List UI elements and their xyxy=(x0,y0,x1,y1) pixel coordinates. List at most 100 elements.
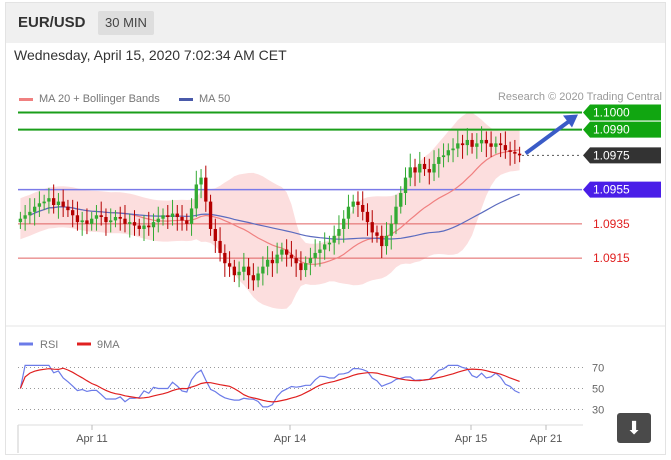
level-label: 1.0955 xyxy=(593,183,630,197)
candle-body xyxy=(441,155,446,158)
candle-body xyxy=(332,235,336,243)
candle-body xyxy=(380,235,384,247)
forecast-arrow xyxy=(524,118,572,155)
candle-body xyxy=(123,218,127,224)
x-tick-label: Apr 21 xyxy=(530,433,562,445)
candle-body xyxy=(166,215,170,217)
candle-body xyxy=(318,249,322,253)
candle-body xyxy=(498,143,503,146)
rsi-tick-label: 70 xyxy=(592,363,604,375)
rsi-legend-label: RSI xyxy=(40,339,58,351)
candle-body xyxy=(489,143,493,147)
candle-body xyxy=(99,215,103,217)
candle-body xyxy=(432,163,436,173)
candle-body xyxy=(270,259,275,264)
level-label: 1.0975 xyxy=(593,148,630,162)
candle-body xyxy=(418,163,422,173)
candle-body xyxy=(61,201,65,207)
candle-body xyxy=(218,240,222,253)
level-label-group: 1.0955 xyxy=(583,181,661,198)
candle-body xyxy=(494,143,498,147)
candle-body xyxy=(189,208,194,224)
candle-body xyxy=(246,266,251,276)
rsi-ma-line xyxy=(19,367,520,403)
candle-body xyxy=(194,184,198,209)
candle-body xyxy=(422,163,427,170)
candle-body xyxy=(403,177,408,194)
candle-body xyxy=(208,201,213,229)
level-label-group: 1.0915 xyxy=(593,251,630,265)
candle-body xyxy=(242,266,246,272)
candle-body xyxy=(28,211,32,216)
candle-body xyxy=(289,254,294,259)
candle-body xyxy=(51,198,56,206)
candle-body xyxy=(137,225,141,229)
candle-body xyxy=(437,157,441,164)
candle-body xyxy=(394,206,398,224)
candle-body xyxy=(147,225,151,228)
candle-body xyxy=(384,235,389,247)
candle-body xyxy=(132,222,137,226)
level-label: 1.1000 xyxy=(593,106,630,120)
candle-body xyxy=(232,266,237,276)
candle-body xyxy=(251,275,256,281)
level-label-group: 1.1000 xyxy=(583,104,661,121)
candle-body xyxy=(75,215,80,223)
candle-body xyxy=(71,210,75,216)
candle-body xyxy=(56,201,61,206)
candle-body xyxy=(256,273,260,281)
candle-body xyxy=(161,215,165,219)
candle-body xyxy=(370,222,374,233)
candle-body xyxy=(23,215,27,219)
candle-body xyxy=(42,201,46,204)
candle-body xyxy=(204,177,208,202)
rsi-line xyxy=(19,364,520,408)
candle-body xyxy=(451,148,455,151)
candle-body xyxy=(280,249,284,255)
level-label-group: 1.0990 xyxy=(583,121,661,138)
candle-body xyxy=(513,151,517,154)
candle-body xyxy=(484,139,489,144)
x-tick-label: Apr 15 xyxy=(455,433,487,445)
candle-body xyxy=(66,206,70,211)
candle-body xyxy=(456,143,460,149)
candle-body xyxy=(223,252,227,264)
candle-body xyxy=(299,263,303,271)
candle-body xyxy=(156,218,160,223)
candle-body xyxy=(284,249,289,255)
candle-body xyxy=(47,198,51,202)
candle-body xyxy=(460,143,465,146)
candle-body xyxy=(427,169,431,173)
candle-body xyxy=(109,220,113,223)
candle-body xyxy=(32,206,37,212)
level-label: 1.0990 xyxy=(593,123,630,137)
candle-body xyxy=(503,145,508,151)
candle-body xyxy=(18,218,23,223)
candle-body xyxy=(128,222,132,224)
candle-body xyxy=(327,242,332,245)
download-arrow-icon: ⬇ xyxy=(626,418,642,438)
candle-body xyxy=(85,220,89,224)
candle-body xyxy=(199,177,203,185)
candle-body xyxy=(294,258,298,264)
candle-body xyxy=(313,252,317,259)
candle-body xyxy=(323,244,327,250)
candle-body xyxy=(446,150,450,156)
candle-body xyxy=(175,213,179,217)
rsi-ma-legend-label: 9MA xyxy=(97,339,120,351)
candle-body xyxy=(227,263,232,267)
download-button[interactable]: ⬇ xyxy=(617,413,651,443)
level-label: 1.0935 xyxy=(593,217,630,231)
candle-body xyxy=(185,220,189,224)
candle-body xyxy=(408,167,412,178)
level-label-group: 1.0975 xyxy=(583,147,661,164)
candle-body xyxy=(346,206,351,219)
candle-body xyxy=(237,271,241,276)
candle-body xyxy=(351,201,355,207)
candle-body xyxy=(94,215,99,219)
candle-body xyxy=(113,216,118,221)
candle-body xyxy=(470,139,474,147)
candle-body xyxy=(37,203,42,207)
candle-body xyxy=(356,201,360,206)
candle-body xyxy=(118,216,122,219)
